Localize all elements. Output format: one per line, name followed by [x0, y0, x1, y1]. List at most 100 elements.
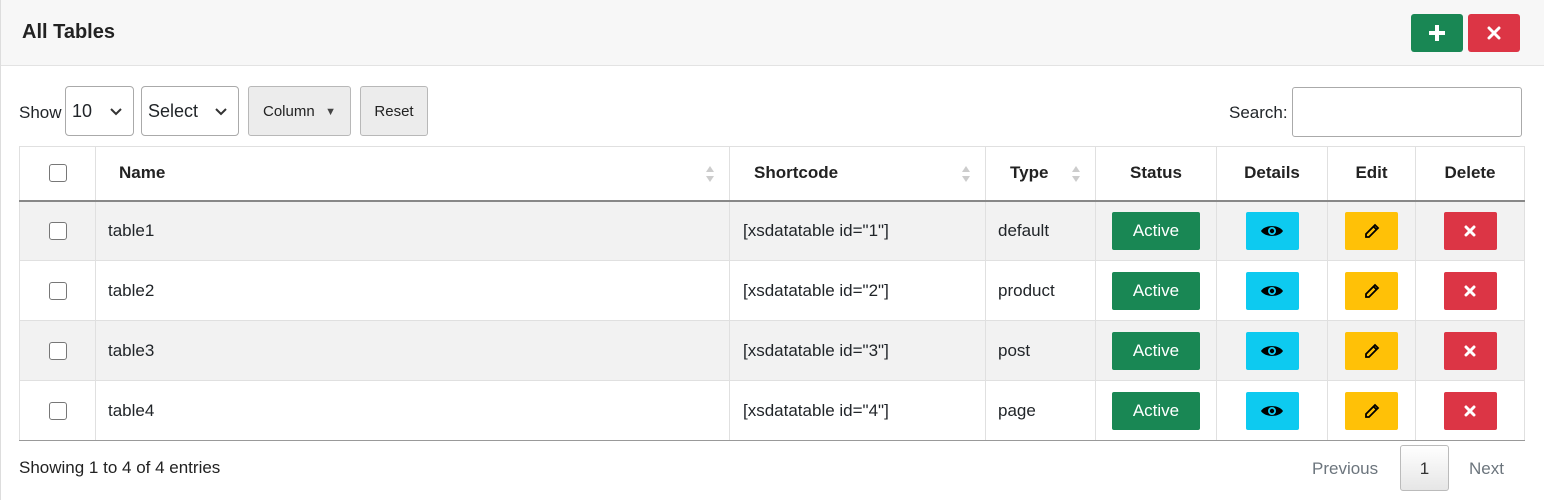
edit-cell — [1327, 380, 1416, 441]
column-header-edit: Edit — [1327, 146, 1416, 202]
column-header-delete: Delete — [1415, 146, 1525, 202]
edit-button[interactable] — [1345, 391, 1398, 430]
pencil-icon — [1364, 343, 1379, 358]
edit-cell — [1327, 200, 1416, 261]
delete-button[interactable] — [1443, 271, 1497, 310]
view-details-button[interactable] — [1245, 331, 1299, 370]
edit-cell — [1327, 320, 1416, 381]
page-title: All Tables — [22, 21, 115, 43]
edit-cell — [1327, 260, 1416, 321]
pagination-page-1[interactable]: 1 — [1400, 445, 1449, 491]
add-table-button[interactable] — [1411, 14, 1463, 52]
page-length-value: 10 — [72, 101, 93, 121]
eye-icon — [1261, 405, 1283, 416]
name-cell: table3 — [95, 320, 730, 381]
view-details-button[interactable] — [1245, 271, 1299, 310]
search-label: Search: — [1229, 103, 1288, 122]
details-cell — [1216, 380, 1328, 441]
close-icon — [1487, 26, 1501, 40]
close-panel-button[interactable] — [1468, 14, 1520, 52]
shortcode-cell: [xsdatatable id="3"] — [729, 320, 986, 381]
eye-icon — [1261, 285, 1283, 296]
caret-down-icon: ▼ — [325, 106, 336, 118]
table-header-row: Name Shortcode Type Status Details Edit … — [19, 146, 1525, 202]
column-button-label: Column — [263, 103, 315, 120]
shortcode-cell: [xsdatatable id="4"] — [729, 380, 986, 441]
delete-button[interactable] — [1443, 331, 1497, 370]
pencil-icon — [1364, 283, 1379, 298]
row-select-cell — [19, 260, 96, 321]
row-checkbox[interactable] — [48, 281, 67, 300]
type-cell: page — [985, 380, 1096, 441]
row-select-cell — [19, 200, 96, 261]
type-cell: post — [985, 320, 1096, 381]
status-cell: Active — [1095, 380, 1217, 441]
column-header-name[interactable]: Name — [95, 146, 730, 202]
pagination-previous[interactable]: Previous — [1312, 459, 1378, 479]
delete-cell — [1415, 260, 1525, 321]
status-active-button[interactable]: Active — [1112, 391, 1200, 430]
table-row: table1 [xsdatatable id="1"] default Acti… — [19, 200, 1525, 261]
pencil-icon — [1364, 403, 1379, 418]
sort-icon — [962, 166, 970, 182]
close-icon — [1464, 345, 1476, 356]
view-details-button[interactable] — [1245, 211, 1299, 250]
row-checkbox[interactable] — [48, 401, 67, 420]
table-info: Showing 1 to 4 of 4 entries — [19, 458, 221, 477]
column-header-label: Type — [1010, 163, 1049, 183]
reset-button[interactable]: Reset — [360, 86, 428, 136]
delete-cell — [1415, 200, 1525, 261]
eye-icon — [1261, 225, 1283, 236]
close-icon — [1464, 405, 1476, 416]
edit-button[interactable] — [1345, 271, 1398, 310]
row-checkbox[interactable] — [48, 341, 67, 360]
column-header-label: Shortcode — [754, 163, 839, 183]
name-cell: table2 — [95, 260, 730, 321]
column-header-status: Status — [1095, 146, 1217, 202]
shortcode-cell: [xsdatatable id="1"] — [729, 200, 986, 261]
table-row: table4 [xsdatatable id="4"] page Active — [19, 380, 1525, 441]
tables-table-wrapper: Name Shortcode Type Status Details Edit … — [19, 146, 1525, 441]
select-all-checkbox[interactable] — [48, 164, 67, 183]
status-active-button[interactable]: Active — [1112, 211, 1200, 250]
shortcode-cell: [xsdatatable id="2"] — [729, 260, 986, 321]
edit-button[interactable] — [1345, 331, 1398, 370]
panel-header: All Tables — [1, 0, 1544, 66]
status-active-button[interactable]: Active — [1112, 271, 1200, 310]
bulk-action-select[interactable]: Select — [141, 86, 239, 136]
row-select-cell — [19, 380, 96, 441]
name-cell: table4 — [95, 380, 730, 441]
bulk-action-value: Select — [148, 101, 199, 121]
table-row: table3 [xsdatatable id="3"] post Active — [19, 320, 1525, 381]
row-checkbox[interactable] — [48, 221, 67, 240]
type-cell: default — [985, 200, 1096, 261]
delete-button[interactable] — [1443, 391, 1497, 430]
delete-button[interactable] — [1443, 211, 1497, 250]
table-row: table2 [xsdatatable id="2"] product Acti… — [19, 260, 1525, 321]
close-icon — [1464, 285, 1476, 296]
column-header-shortcode[interactable]: Shortcode — [729, 146, 986, 202]
column-header-type[interactable]: Type — [985, 146, 1096, 202]
pencil-icon — [1364, 223, 1379, 238]
table-controls: Show 10 Select Column ▼ Reset Search: — [1, 86, 1544, 138]
status-active-button[interactable]: Active — [1112, 331, 1200, 370]
status-cell: Active — [1095, 320, 1217, 381]
type-cell: product — [985, 260, 1096, 321]
details-cell — [1216, 320, 1328, 381]
details-cell — [1216, 260, 1328, 321]
chevron-down-icon — [110, 108, 122, 116]
tables-panel: All Tables Show 10 Select Column ▼ Reset… — [0, 0, 1544, 500]
delete-cell — [1415, 320, 1525, 381]
search-input[interactable] — [1292, 87, 1522, 137]
view-details-button[interactable] — [1245, 391, 1299, 430]
sort-icon — [706, 166, 714, 182]
column-visibility-button[interactable]: Column ▼ — [248, 86, 351, 136]
row-select-cell — [19, 320, 96, 381]
details-cell — [1216, 200, 1328, 261]
pagination-next[interactable]: Next — [1469, 459, 1504, 479]
name-cell: table1 — [95, 200, 730, 261]
column-header-details: Details — [1216, 146, 1328, 202]
page-length-select[interactable]: 10 — [65, 86, 134, 136]
edit-button[interactable] — [1345, 211, 1398, 250]
chevron-down-icon — [215, 108, 227, 116]
